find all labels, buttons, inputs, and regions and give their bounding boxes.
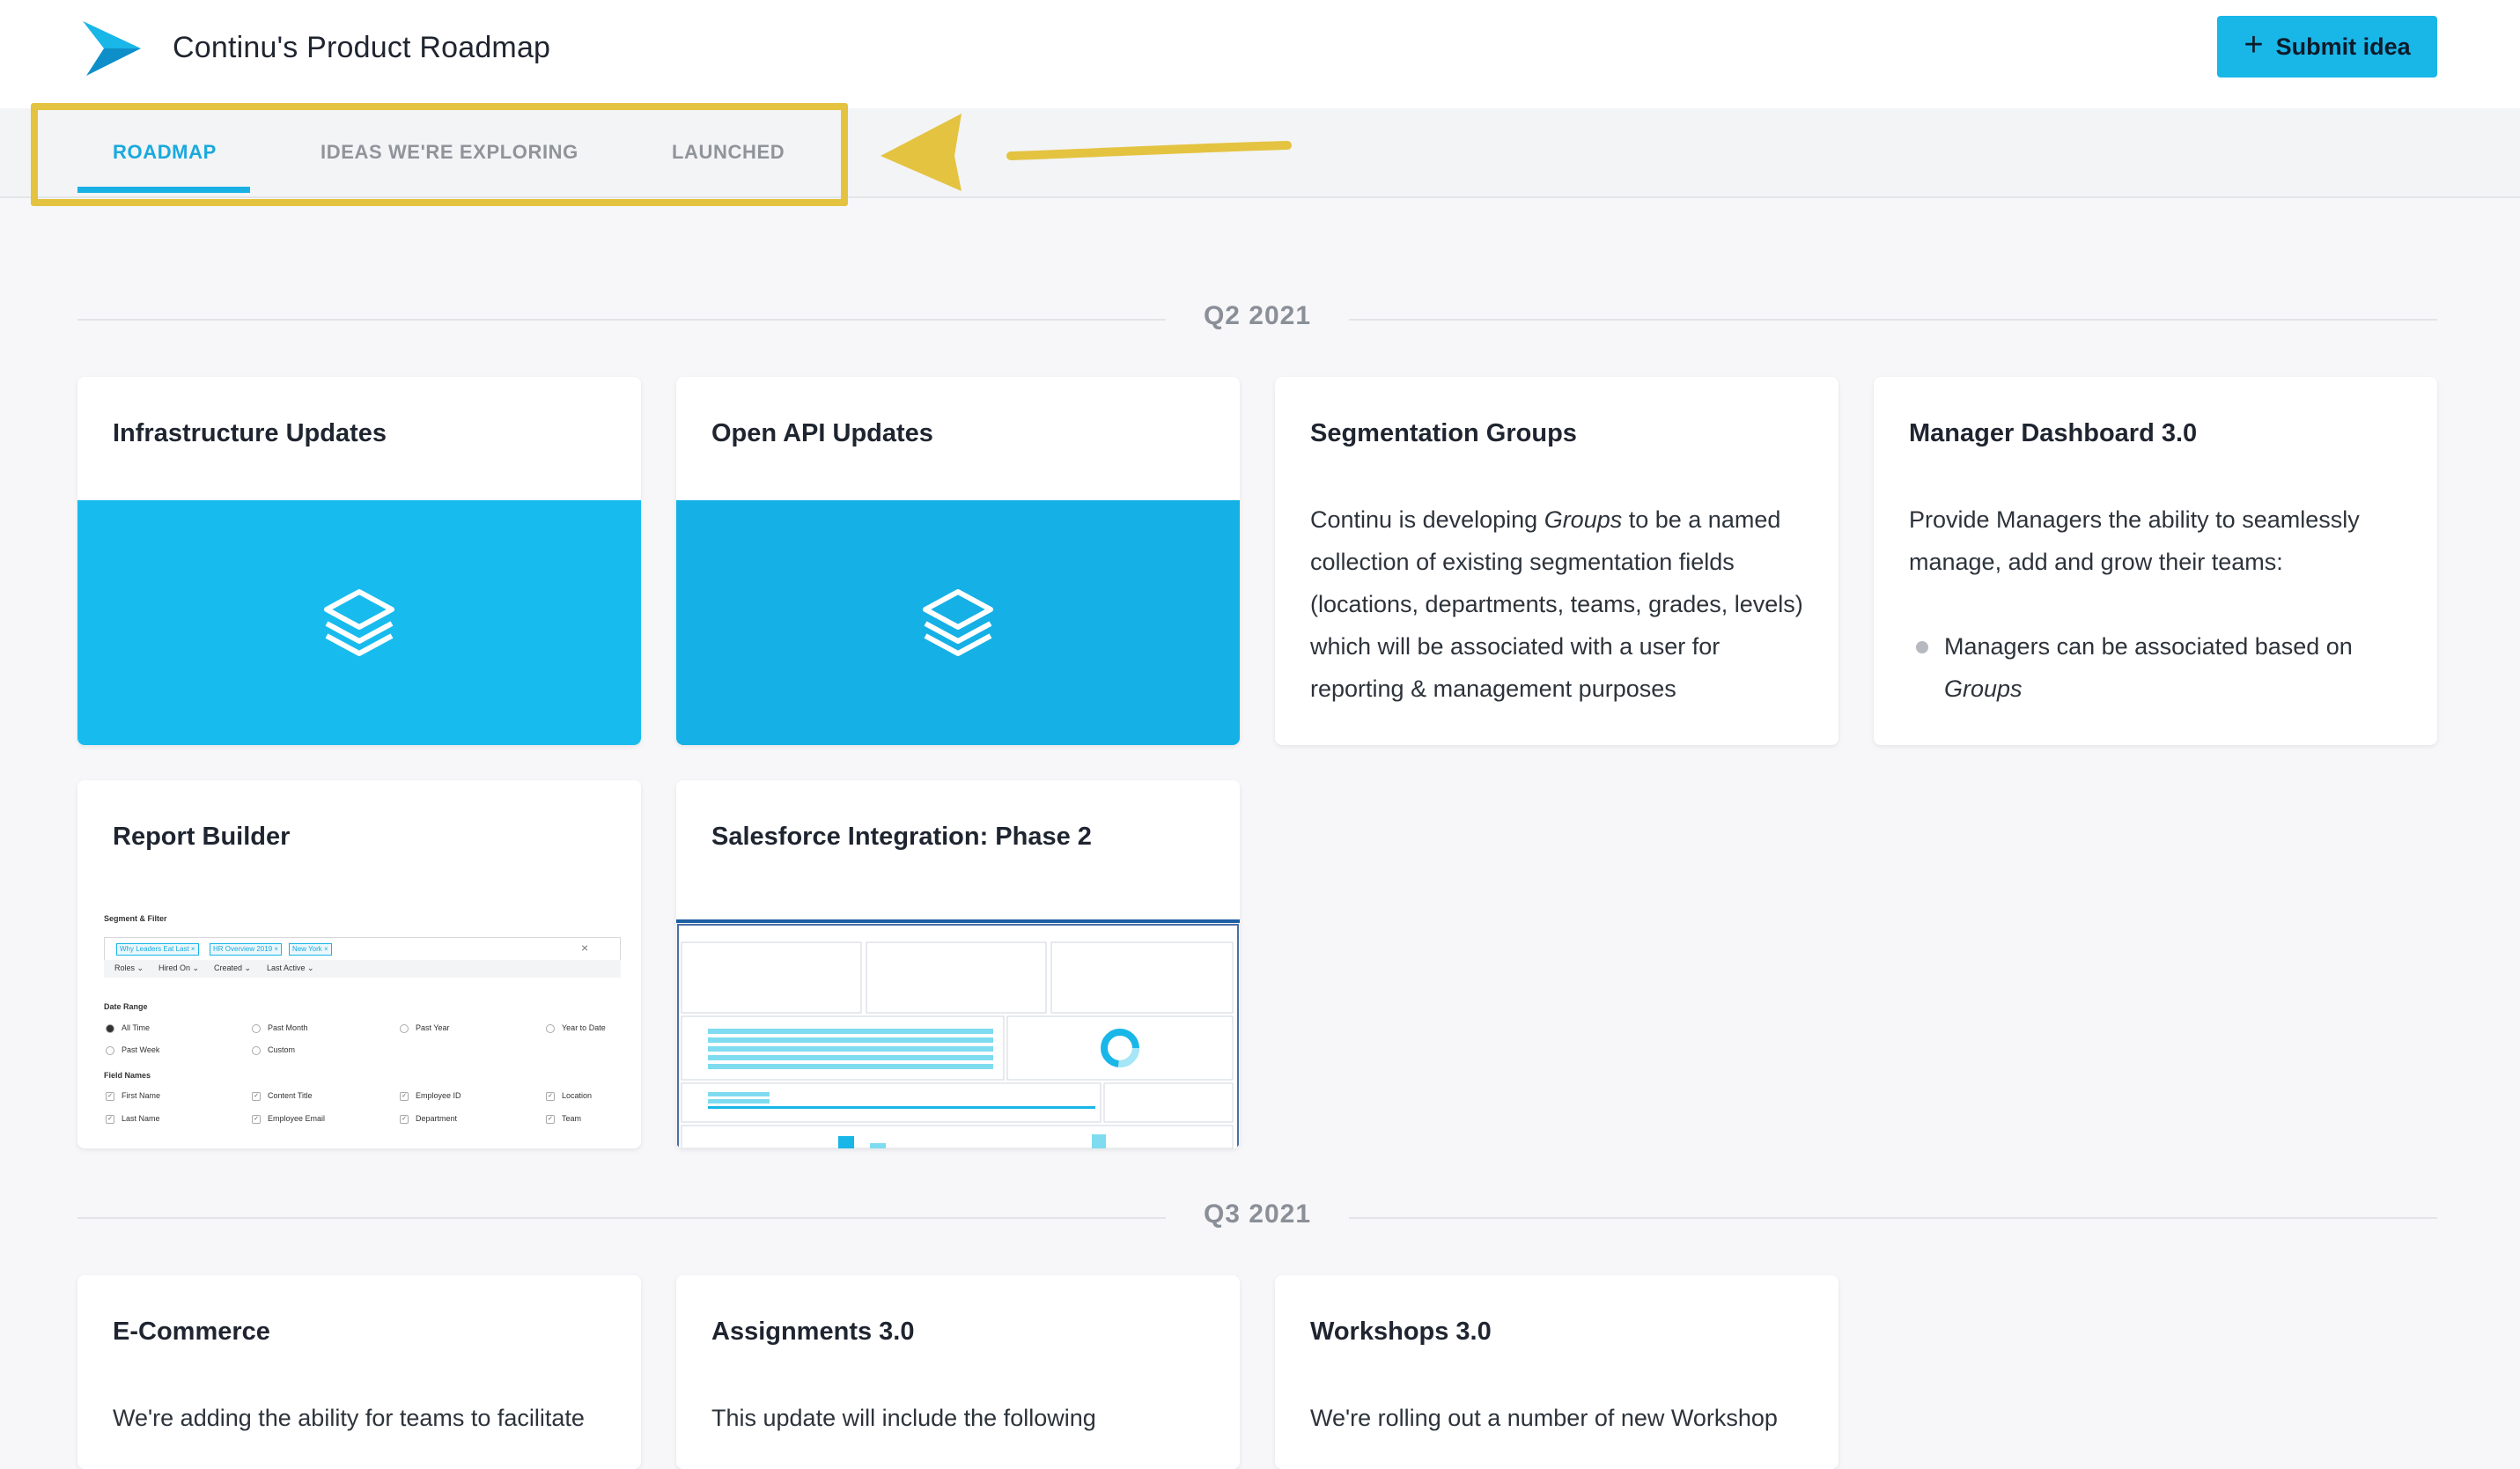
filter-dropdown: Hired On ⌄: [158, 963, 200, 972]
radio: [106, 1024, 114, 1033]
filter-chip: HR Overview 2019 ×: [210, 943, 283, 956]
field-option: Department: [416, 1114, 458, 1123]
field-option: Employee Email: [268, 1114, 326, 1123]
continu-logo-icon[interactable]: [81, 19, 143, 78]
card-description: We're rolling out a number of new Worksh…: [1310, 1405, 1778, 1431]
roadmap-card-report-builder[interactable]: Report Builder Segment & Filter Why Lead…: [77, 780, 641, 1148]
date-option: All Time: [122, 1023, 151, 1032]
field-option: Team: [562, 1114, 582, 1123]
layers-icon: [923, 589, 993, 656]
date-option: Past Year: [416, 1023, 450, 1032]
checkbox: ✓: [400, 1092, 409, 1101]
card-title: Assignments 3.0: [711, 1318, 915, 1346]
card-title: Salesforce Integration: Phase 2: [711, 823, 1092, 851]
card-description: We're adding the ability for teams to fa…: [113, 1405, 585, 1431]
card-title: Open API Updates: [711, 419, 933, 447]
checkbox: ✓: [252, 1115, 261, 1124]
section-header-q2: Q2 2021: [77, 301, 2437, 336]
top-bar: Continu's Product Roadmap + Submit idea: [0, 0, 2520, 108]
page-title: Continu's Product Roadmap: [173, 31, 551, 64]
card-banner: [676, 500, 1240, 745]
roadmap-card-open-api[interactable]: Open API Updates: [676, 377, 1240, 745]
section-label: Q3 2021: [1203, 1200, 1312, 1229]
card-description: Continu is developing Groups to be a nam…: [1310, 506, 1803, 702]
radio: [400, 1024, 409, 1033]
filter-chip: Why Leaders Eat Last ×: [116, 943, 199, 956]
card-title: Infrastructure Updates: [113, 419, 387, 447]
filter-chip: New York ×: [289, 943, 332, 956]
radio: [106, 1046, 114, 1055]
card-title: E-Commerce: [113, 1318, 270, 1346]
card-description: Provide Managers the ability to seamless…: [1909, 506, 2360, 575]
card-bullet: Managers can be associated based on Grou…: [1909, 625, 2384, 710]
submit-idea-button[interactable]: + Submit idea: [2217, 16, 2437, 78]
field-option: Content Title: [268, 1091, 313, 1100]
submit-idea-label: Submit idea: [2275, 33, 2411, 60]
roadmap-card-ecommerce[interactable]: E-Commerce We're adding the ability for …: [77, 1275, 641, 1469]
segment-label: Segment & Filter: [104, 914, 167, 923]
card-description: This update will include the following: [711, 1405, 1096, 1431]
roadmap-card-workshops[interactable]: Workshops 3.0 We're rolling out a number…: [1275, 1275, 1838, 1469]
radio: [252, 1024, 261, 1033]
card-title: Workshops 3.0: [1310, 1318, 1492, 1346]
report-builder-screenshot: Segment & Filter Why Leaders Eat Last × …: [77, 904, 641, 1148]
roadmap-card-segmentation-groups[interactable]: Segmentation Groups Continu is developin…: [1275, 377, 1838, 745]
salesforce-dashboard-screenshot: [676, 904, 1240, 1148]
date-option: Custom: [268, 1045, 296, 1054]
date-option: Past Week: [122, 1045, 160, 1054]
filter-dropdown: Created ⌄: [214, 963, 252, 972]
annotation-highlight-box: [31, 103, 848, 206]
annotation-arrow-icon: [881, 114, 1292, 191]
roadmap-card-manager-dashboard[interactable]: Manager Dashboard 3.0 Provide Managers t…: [1874, 377, 2437, 745]
checkbox: ✓: [252, 1092, 261, 1101]
section-label: Q2 2021: [1203, 301, 1312, 330]
checkbox: ✓: [400, 1115, 409, 1124]
checkbox: ✓: [546, 1115, 555, 1124]
card-banner: [77, 500, 641, 745]
roadmap-card-infrastructure[interactable]: Infrastructure Updates: [77, 377, 641, 745]
checkbox: ✓: [546, 1092, 555, 1101]
field-option: First Name: [122, 1091, 161, 1100]
date-option: Past Month: [268, 1023, 308, 1032]
checkbox: ✓: [106, 1115, 114, 1124]
layers-icon: [324, 589, 394, 656]
field-option: Employee ID: [416, 1091, 461, 1100]
field-names-label: Field Names: [104, 1071, 151, 1080]
date-range-label: Date Range: [104, 1002, 148, 1011]
field-option: Location: [562, 1091, 593, 1100]
checkbox: ✓: [106, 1092, 114, 1101]
close-icon: ×: [581, 941, 589, 955]
radio: [546, 1024, 555, 1033]
plus-icon: +: [2244, 26, 2264, 63]
card-title: Report Builder: [113, 823, 291, 851]
card-title: Manager Dashboard 3.0: [1909, 419, 2198, 447]
filter-dropdown: Roles ⌄: [114, 963, 144, 972]
roadmap-card-salesforce[interactable]: Salesforce Integration: Phase 2: [676, 780, 1240, 1148]
card-title: Segmentation Groups: [1310, 419, 1577, 447]
date-option: Year to Date: [562, 1023, 606, 1032]
section-header-q3: Q3 2021: [77, 1200, 2437, 1235]
radio: [252, 1046, 261, 1055]
field-option: Last Name: [122, 1114, 160, 1123]
filter-dropdown: Last Active ⌄: [267, 963, 314, 972]
roadmap-card-assignments[interactable]: Assignments 3.0 This update will include…: [676, 1275, 1240, 1469]
